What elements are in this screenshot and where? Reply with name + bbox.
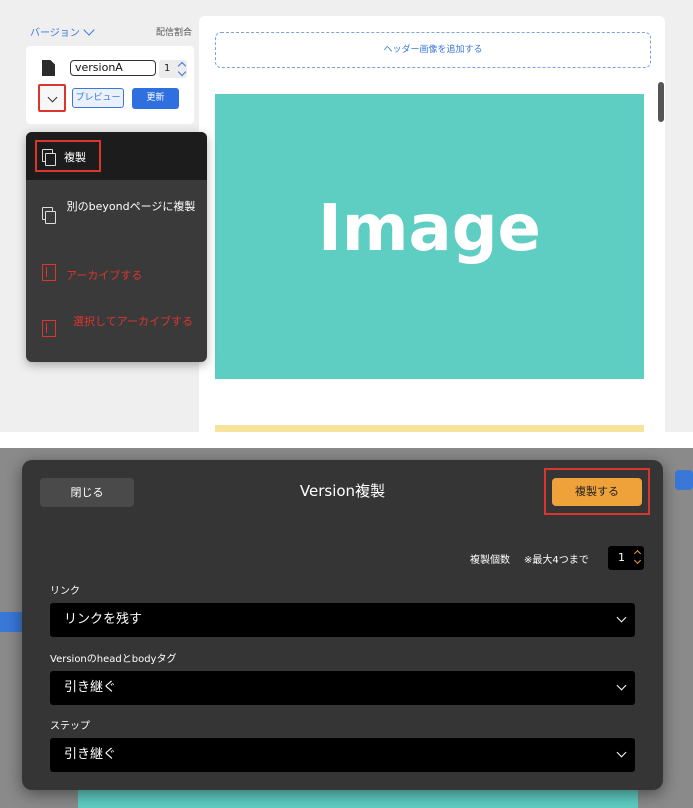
menu-item-label: アーカイブする [66, 269, 143, 282]
step-select[interactable]: 引き継ぐ [50, 738, 635, 772]
scrollbar[interactable] [658, 82, 664, 122]
version-name-input[interactable]: versionA [70, 60, 156, 76]
step-select-value: 引き継ぐ [64, 747, 117, 762]
version-dropdown[interactable]: バージョン [30, 23, 95, 39]
chevron-down-icon [47, 92, 58, 103]
chevron-down-icon [83, 23, 95, 36]
version-duplicate-dialog: 閉じる Version複製 複製する 複製個数 ※最大4つまで 1 リンク リン… [22, 460, 663, 790]
update-button[interactable]: 更新 [132, 88, 179, 109]
duplicate-dialog-screen: 閉じる Version複製 複製する 複製個数 ※最大4つまで 1 リンク リン… [0, 448, 693, 808]
duplicate-button[interactable]: 複製する [552, 478, 642, 506]
menu-item-archive[interactable]: アーカイブする [26, 260, 207, 288]
section-strip [215, 425, 644, 432]
background-icon [675, 470, 693, 490]
stepper-down-icon[interactable] [177, 67, 187, 77]
link-select-value: リンクを残す [64, 612, 143, 627]
head-body-tag-label: Versionのheadとbodyタグ [50, 654, 177, 665]
highlight-frame: 複製する [544, 468, 650, 515]
head-body-tag-select-value: 引き継ぐ [64, 680, 117, 695]
version-number-stepper[interactable]: 1 [159, 60, 187, 78]
chevron-down-icon [616, 747, 627, 758]
count-note: ※最大4つまで [524, 555, 589, 566]
version-action-menu: 複製 別のbeyondページに複製 アーカイブする 選択してアーカイブする [26, 132, 207, 362]
image-placeholder-text: Image [318, 192, 541, 266]
menu-item-duplicate-to-other-page[interactable]: 別のbeyondページに複製 [26, 192, 207, 240]
link-label: リンク [50, 586, 80, 597]
add-header-image-button[interactable]: ヘッダー画像を追加する [215, 32, 651, 68]
link-select[interactable]: リンクを残す [50, 603, 635, 637]
step-label: ステップ [50, 721, 90, 732]
count-label: 複製個数 [470, 555, 510, 566]
head-body-tag-select[interactable]: 引き継ぐ [50, 671, 635, 705]
menu-item-duplicate[interactable]: 複製 [26, 132, 207, 180]
archive-icon [42, 264, 56, 281]
version-number-value: 1 [164, 63, 171, 74]
stepper-down-icon[interactable] [633, 556, 642, 565]
menu-item-label: 別のbeyondページに複製 [66, 200, 196, 213]
editor-panel: バージョン 配信割合 versionA 1 プレビュー 更新 ヘッダー画像を追加… [0, 0, 693, 432]
menu-item-label: 複製 [64, 151, 86, 164]
menu-item-label: 選択してアーカイブする [72, 315, 193, 328]
menu-item-select-archive[interactable]: 選択してアーカイブする [26, 310, 207, 358]
image-placeholder: Image [215, 94, 644, 379]
chevron-down-icon [616, 680, 627, 691]
chevron-down-icon [616, 612, 627, 623]
archive-icon [42, 320, 56, 337]
background-image [78, 788, 638, 808]
version-label: バージョン [30, 28, 80, 39]
copy-icon [42, 149, 56, 166]
count-stepper[interactable]: 1 [608, 546, 644, 570]
count-value: 1 [618, 551, 625, 564]
distribution-label: 配信割合 [156, 28, 193, 38]
version-menu-toggle-button[interactable] [38, 84, 66, 112]
preview-button[interactable]: プレビュー [72, 88, 124, 108]
copy-icon [42, 207, 56, 224]
